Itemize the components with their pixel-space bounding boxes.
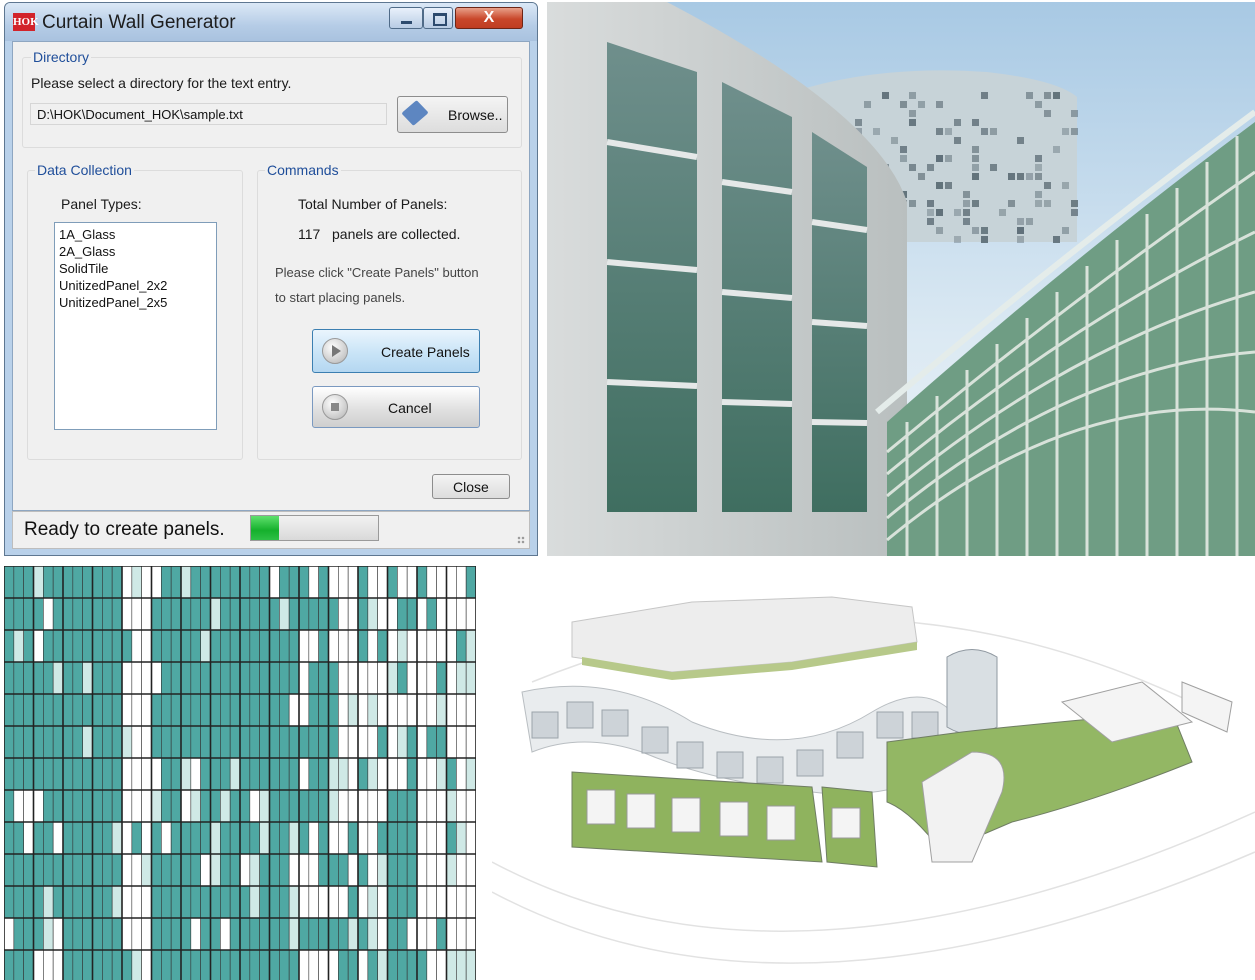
progress-fill	[251, 516, 279, 540]
curtain-wall-generator-window: HOK Curtain Wall Generator X Directory P…	[4, 2, 538, 556]
resize-grip-icon[interactable]	[517, 536, 525, 544]
close-button-label: Close	[453, 479, 489, 495]
directory-path-field[interactable]: D:\HOK\Document_HOK\sample.txt	[30, 103, 387, 125]
pencil-icon	[401, 100, 429, 126]
minimize-button[interactable]	[389, 7, 423, 29]
building-facade-rendering	[547, 2, 1255, 556]
close-button[interactable]: Close	[432, 474, 510, 499]
panel-count: 117	[298, 226, 321, 242]
panel-types-listbox[interactable]: 1A_Glass 2A_Glass SolidTile UnitizedPane…	[54, 222, 217, 430]
browse-button[interactable]: Browse..	[397, 96, 508, 133]
browse-button-label: Browse..	[448, 107, 503, 123]
instruction-line-2: to start placing panels.	[275, 290, 406, 305]
list-item[interactable]: 1A_Glass	[59, 226, 212, 243]
stop-icon	[322, 394, 348, 420]
directory-group-title: Directory	[31, 49, 92, 65]
dialog-body: Directory Please select a directory for …	[12, 41, 530, 511]
list-item[interactable]: UnitizedPanel_2x5	[59, 294, 212, 311]
status-text: Ready to create panels.	[24, 519, 225, 540]
list-item[interactable]: 2A_Glass	[59, 243, 212, 260]
list-item[interactable]: UnitizedPanel_2x2	[59, 277, 212, 294]
status-bar: Ready to create panels.	[12, 511, 530, 549]
maximize-button[interactable]	[423, 7, 453, 29]
create-panels-button[interactable]: Create Panels	[312, 329, 480, 373]
title-bar[interactable]: HOK Curtain Wall Generator X	[5, 3, 537, 41]
list-item[interactable]: SolidTile	[59, 260, 212, 277]
site-aerial-rendering	[492, 562, 1255, 980]
total-panels-label: Total Number of Panels:	[298, 196, 448, 212]
directory-prompt: Please select a directory for the text e…	[31, 75, 292, 91]
play-icon	[322, 338, 348, 364]
instruction-line-1: Please click "Create Panels" button	[275, 265, 479, 280]
data-collection-group-title: Data Collection	[35, 162, 134, 178]
close-window-button[interactable]: X	[455, 7, 523, 29]
panel-types-label: Panel Types:	[61, 196, 142, 212]
hok-logo-icon: HOK	[13, 13, 39, 31]
create-panels-label: Create Panels	[381, 344, 470, 360]
curtain-wall-panel-grid	[4, 566, 476, 980]
commands-group-title: Commands	[265, 162, 341, 178]
window-title: Curtain Wall Generator	[42, 12, 236, 33]
progress-bar	[250, 515, 379, 541]
panel-count-suffix: panels are collected.	[332, 226, 461, 242]
cancel-button[interactable]: Cancel	[312, 386, 480, 428]
cancel-button-label: Cancel	[388, 400, 432, 416]
